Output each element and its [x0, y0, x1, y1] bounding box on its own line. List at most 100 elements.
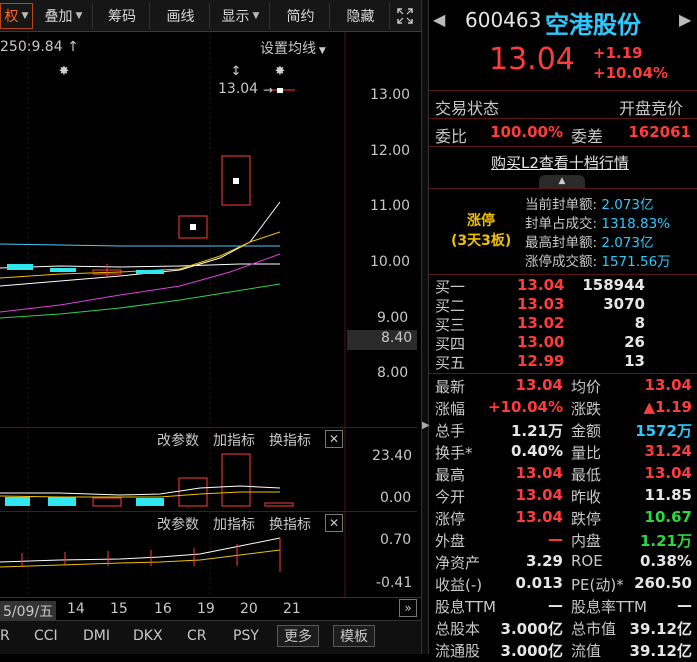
chart-toolbar: 权 ▼ 叠加 ▼ 筹码 画线 显示 ▼ 简约 隐藏 [0, 0, 421, 32]
quote-value: 0.38% [639, 552, 692, 570]
date-label: 14 [67, 601, 85, 617]
quote-panel: ◀ ▶ 600463 空港股份 13.04 +1.19 +10.04% 交易状态… [429, 0, 697, 660]
bid-row[interactable]: 买三 13.02 8 [429, 314, 697, 334]
bid-price: 13.02 [517, 314, 565, 332]
stock-price: 13.04 [489, 42, 575, 77]
limit-up-row: 封单占成交: 1318.83% [525, 215, 671, 234]
buy-l2-link[interactable]: 购买L2查看十档行情 [491, 152, 629, 173]
price-axis-label: 8.00 [377, 365, 409, 381]
quote-label: 均价 [571, 378, 602, 396]
ind-switch-indicator-button[interactable]: 换指标 [269, 514, 311, 534]
date-axis: 5/09/五 14 15 16 19 20 21 » [0, 597, 421, 621]
set-ma-button[interactable]: 设置均线 ▼ [260, 38, 326, 58]
weibi-label: 委比 [435, 127, 468, 146]
quote-label: 股息TTM [435, 598, 497, 616]
vol-add-indicator-button[interactable]: 加指标 [213, 430, 255, 450]
svg-text:→: → [263, 83, 273, 97]
quote-label: 换手* [435, 444, 473, 462]
quote-value: 39.12亿 [629, 620, 692, 638]
toolbar-overlay-button[interactable]: 叠加 ▼ [35, 3, 93, 29]
limit-up-value: 2.073亿 [601, 197, 654, 213]
quote-label: 股息率TTM [571, 598, 648, 616]
tab-r[interactable]: R [0, 625, 10, 647]
quote-value: — [548, 596, 563, 614]
chevron-up-icon[interactable]: ▲ [539, 175, 585, 188]
ind-add-indicator-button[interactable]: 加指标 [213, 514, 255, 534]
tab-dkx[interactable]: DKX [133, 625, 163, 647]
divider [429, 188, 697, 189]
bid-row[interactable]: 买四 13.00 26 [429, 333, 697, 353]
quote-value: 3.000亿 [500, 620, 563, 638]
bid-price: 13.00 [517, 333, 565, 351]
quote-label: 收益(-) [435, 576, 483, 594]
trade-status-value: 开盘竞价 [619, 99, 684, 118]
toolbar-rights-button[interactable]: 权 ▼ [0, 3, 33, 29]
close-icon[interactable]: ✕ [325, 430, 343, 448]
date-label: 15 [110, 601, 128, 617]
quote-label: 最低 [571, 466, 602, 484]
ind-change-params-button[interactable]: 改参数 [157, 514, 199, 534]
limit-up-days: (3天3板) [451, 233, 512, 249]
expand-icon[interactable] [392, 3, 418, 29]
quote-label: 涨跌 [571, 400, 602, 418]
bid-label: 买五 [435, 354, 466, 372]
quote-value: 260.50 [634, 574, 692, 592]
quote-value: 0.013 [515, 574, 563, 592]
toolbar-label: 叠加 [44, 9, 73, 25]
bid-price: 13.03 [517, 295, 565, 313]
toolbar-display-button[interactable]: 显示 ▼ [212, 3, 270, 29]
bid-row[interactable]: 买一 13.04 158944 [429, 276, 697, 296]
bid-volume: 26 [624, 333, 645, 351]
quote-value: 39.12亿 [629, 642, 692, 660]
weicha-value: 162061 [628, 123, 691, 141]
quote-value: 3.000亿 [500, 642, 563, 660]
date-label: 16 [154, 601, 172, 617]
limit-up-key: 涨停成交额: [525, 254, 598, 270]
quote-value: 3.29 [525, 552, 563, 570]
quote-value: — [677, 596, 692, 614]
toolbar-label: 筹码 [108, 9, 136, 25]
ma250-value: 250:9.84 [0, 39, 63, 55]
toolbar-hide-button[interactable]: 隐藏 [332, 3, 390, 29]
svg-text:✸: ✸ [59, 64, 70, 79]
up-arrow-icon: ↑ [67, 39, 79, 55]
toolbar-draw-button[interactable]: 画线 [152, 3, 210, 29]
vol-switch-indicator-button[interactable]: 换指标 [269, 430, 311, 450]
toolbar-simple-button[interactable]: 简约 [272, 3, 330, 29]
quote-label: 总市值 [571, 620, 617, 638]
quote-label: PE(动)* [571, 576, 624, 594]
quote-value: 0.40% [510, 442, 563, 460]
tab-cr[interactable]: CR [187, 625, 207, 647]
limit-up-value: 2.073亿 [601, 235, 654, 251]
date-label: 5/09/五 [0, 601, 57, 621]
last-price-label: 13.04 [218, 81, 259, 97]
tab-cci[interactable]: CCI [34, 625, 58, 647]
divider [429, 90, 697, 91]
ind-axis-label: -0.41 [376, 575, 413, 591]
weibi-value: 100.00% [490, 123, 563, 141]
toolbar-label: 隐藏 [346, 9, 375, 25]
quote-row: 收益(-) 0.013 PE(动)* 260.50 [429, 574, 697, 596]
quote-label: 流值 [571, 642, 602, 660]
vol-change-params-button[interactable]: 改参数 [157, 430, 199, 450]
panel-splitter[interactable]: ▶ [421, 0, 430, 654]
tab-dmi[interactable]: DMI [83, 625, 110, 647]
more-tabs-button[interactable]: 更多 [277, 625, 319, 647]
candle [7, 264, 33, 270]
bid-label: 买一 [435, 278, 466, 296]
tab-psy[interactable]: PSY [233, 625, 259, 647]
quote-row: 涨停 13.04 跌停 10.67 [429, 508, 697, 530]
quote-label: 最新 [435, 378, 466, 396]
bid-price: 13.04 [517, 276, 565, 294]
bid-row[interactable]: 买五 12.99 13 [429, 352, 697, 372]
scroll-right-icon[interactable]: » [399, 599, 417, 617]
bid-book: 买一 13.04 158944 买二 13.03 3070 买三 13.02 8 买四 13.00 2… [429, 276, 697, 372]
bid-row[interactable]: 买二 13.03 3070 [429, 295, 697, 315]
next-stock-icon[interactable]: ▶ [679, 10, 691, 29]
template-button[interactable]: 模板 [333, 625, 375, 647]
prev-stock-icon[interactable]: ◀ [433, 10, 445, 29]
kline-chart-canvas: ✸ ✸ ↕ → [0, 32, 346, 597]
toolbar-chips-button[interactable]: 筹码 [95, 3, 150, 29]
close-icon[interactable]: ✕ [325, 514, 343, 532]
kline-chart[interactable]: ✸ ✸ ↕ → 250:9.84 ↑ 设置均线 ▼ 13.04 13.00 12… [0, 32, 421, 597]
